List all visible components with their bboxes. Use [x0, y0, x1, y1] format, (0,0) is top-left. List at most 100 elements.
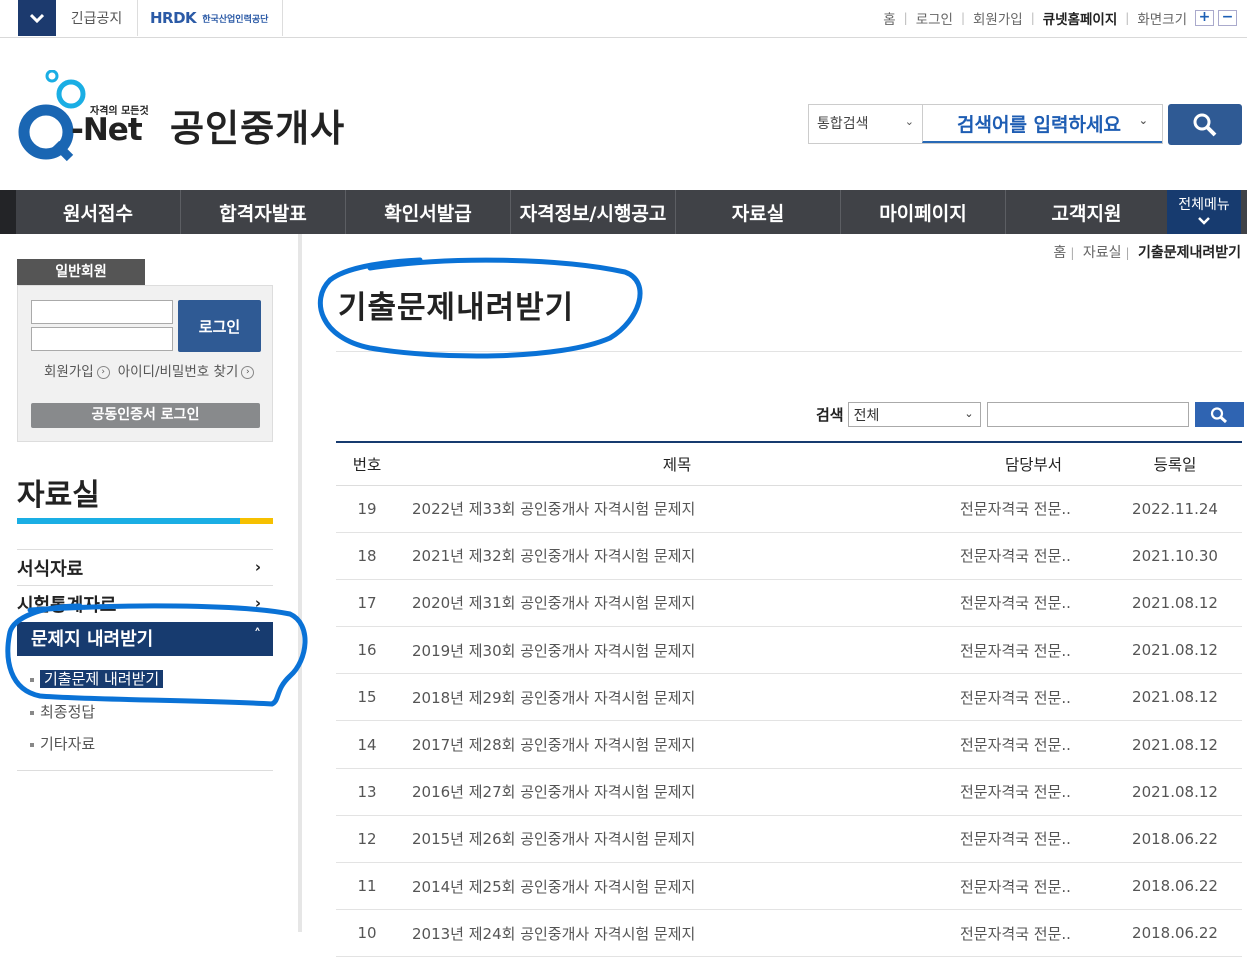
sidebar-divider [17, 770, 273, 771]
table-row[interactable]: 14 2017년 제28회 공인중개사 자격시험 문제지 전문자격국 전문.. 202… [336, 720, 1242, 769]
search-icon [1211, 406, 1228, 423]
table-row[interactable]: 18 2021년 제32회 공인중개사 자격시험 문제지 전문자격국 전문.. 202… [336, 532, 1242, 580]
search-scope-value: 통합검색 [817, 116, 869, 132]
table-row[interactable]: 12 2015년 제26회 공인중개사 자격시험 문제지 전문자격국 전문.. 201… [336, 815, 1242, 864]
cell-dept: 전문자격국 전문.. [956, 862, 1108, 911]
table-row[interactable]: 10 2013년 제24회 공인중개사 자격시험 문제지 전문자격국 전문.. 201… [336, 909, 1242, 957]
table-row[interactable]: 15 2018년 제29회 공인중개사 자격시험 문제지 전문자격국 전문.. 202… [336, 673, 1242, 722]
cell-no: 17 [336, 579, 398, 628]
sidebar-sub-label: 최종정답 [40, 703, 96, 721]
sidebar-sub-past-exams[interactable]: 기출문제 내려받기 [30, 668, 164, 689]
cell-title[interactable]: 2020년 제31회 공인중개사 자격시험 문제지 [398, 579, 956, 628]
nav-mypage[interactable]: 마이페이지 [841, 190, 1006, 234]
search-icon [1193, 113, 1217, 136]
sidebar-sub-other[interactable]: 기타자료 [30, 733, 95, 754]
join-link[interactable]: 회원가입 [973, 8, 1023, 28]
qnet-logo[interactable]: 자격의 모든것 -Net [16, 69, 156, 162]
cell-dept: 전문자격국 전문.. [956, 626, 1108, 675]
table-row[interactable]: 19 2022년 제33회 공인중개사 자격시험 문제지 전문자격국 전문.. 202… [336, 485, 1242, 533]
breadcrumb-section[interactable]: 자료실 [1083, 245, 1122, 261]
nav-certificate[interactable]: 확인서발급 [346, 190, 511, 234]
sidebar-item-label: 문제지 내려받기 [31, 629, 154, 650]
board-search-button[interactable] [1194, 402, 1244, 427]
board-search-input[interactable] [986, 402, 1189, 427]
menu-toggle-button[interactable] [18, 0, 56, 36]
cell-date: 2021.08.12 [1108, 626, 1242, 675]
cell-title[interactable]: 2019년 제30회 공인중개사 자격시험 문제지 [398, 626, 956, 675]
cell-no: 12 [336, 815, 398, 864]
sidebar-sub-label: 기출문제 내려받기 [40, 670, 164, 688]
cell-dept: 전문자격국 전문.. [956, 768, 1108, 816]
nav-support[interactable]: 고객지원 [1006, 190, 1167, 234]
bullet-icon [30, 742, 34, 747]
nav-resources[interactable]: 자료실 [676, 190, 841, 234]
sidebar-title-bar [17, 518, 273, 524]
nav-exam-info[interactable]: 자격정보/시행공고 [511, 190, 676, 234]
table-header-row: 번호 제목 담당부서 등록일 [336, 441, 1242, 486]
join-link[interactable]: 회원가입 › [44, 360, 110, 380]
cell-date: 2021.08.12 [1108, 768, 1242, 816]
zoom-out-button[interactable]: − [1218, 10, 1237, 26]
breadcrumb-home[interactable]: 홈 [1053, 245, 1066, 261]
sidebar-sub-final-answers[interactable]: 최종정답 [30, 701, 95, 722]
cell-no: 10 [336, 909, 398, 957]
password-input[interactable] [31, 327, 173, 351]
search-scope-select[interactable]: 통합검색 ⌄ [809, 105, 922, 143]
table-row[interactable]: 16 2019년 제30회 공인중개사 자격시험 문제지 전문자격국 전문.. 202… [336, 626, 1242, 675]
sidebar-item-forms[interactable]: 서식자료 › [17, 549, 273, 585]
bullet-icon [30, 677, 34, 682]
cell-date: 2021.10.30 [1108, 532, 1242, 580]
nav-apply[interactable]: 원서접수 [16, 190, 181, 234]
login-link[interactable]: 로그인 [916, 8, 953, 28]
cell-title[interactable]: 2016년 제27회 공인중개사 자격시험 문제지 [398, 768, 956, 816]
certificate-login-button[interactable]: 공동인증서 로그인 [31, 403, 260, 428]
all-menu-button[interactable]: 전체메뉴 [1167, 190, 1241, 234]
sidebar-item-label: 서식자료 [17, 559, 84, 580]
table-row[interactable]: 17 2020년 제31회 공인중개사 자격시험 문제지 전문자격국 전문.. 202… [336, 579, 1242, 628]
user-id-input[interactable] [31, 300, 173, 324]
cell-title[interactable]: 2021년 제32회 공인중개사 자격시험 문제지 [398, 532, 956, 580]
column-header-title: 제목 [398, 441, 956, 486]
column-header-dept: 담당부서 [956, 441, 1108, 486]
global-search: 통합검색 ⌄ 검색어를 입력하세요 ⌄ [808, 104, 1163, 144]
emergency-notice-link[interactable]: 긴급공지 [56, 0, 138, 36]
login-button[interactable]: 로그인 [178, 300, 261, 352]
home-link[interactable]: 홈 [883, 8, 895, 28]
chevron-right-icon: › [254, 594, 261, 612]
search-input[interactable]: 검색어를 입력하세요 ⌄ [922, 105, 1162, 143]
cell-title[interactable]: 2018년 제29회 공인중개사 자격시험 문제지 [398, 673, 956, 722]
zoom-in-button[interactable]: + [1195, 10, 1214, 26]
board-search-select[interactable]: 전체 ⌄ [847, 402, 981, 427]
member-tab[interactable]: 일반회원 [17, 259, 145, 285]
cell-date: 2021.08.12 [1108, 673, 1242, 722]
site-title[interactable]: 공인중개사 [170, 98, 345, 152]
qnet-home-link[interactable]: 큐넷홈페이지 [1043, 8, 1118, 28]
table-row[interactable]: 13 2016년 제27회 공인중개사 자격시험 문제지 전문자격국 전문.. 202… [336, 768, 1242, 816]
main-navigation: 원서접수 합격자발표 확인서발급 자격정보/시행공고 자료실 마이페이지 고객지… [0, 190, 1247, 234]
cell-title[interactable]: 2015년 제26회 공인중개사 자격시험 문제지 [398, 815, 956, 864]
cell-title[interactable]: 2014년 제25회 공인중개사 자격시험 문제지 [398, 862, 956, 911]
cell-date: 2021.08.12 [1108, 720, 1242, 769]
chevron-up-icon: ˄ [254, 627, 261, 643]
utility-links: 홈 | 로그인 | 회원가입 | 큐넷홈페이지 | 화면크기 + − [883, 0, 1237, 36]
find-account-link[interactable]: 아이디/비밀번호 찾기 › [118, 360, 255, 380]
cell-dept: 전문자격국 전문.. [956, 485, 1108, 533]
logo-text: -Net [71, 112, 143, 148]
cell-dept: 전문자격국 전문.. [956, 909, 1108, 957]
find-account-label: 아이디/비밀번호 찾기 [117, 364, 239, 380]
breadcrumb: 홈 | 자료실 | 기출문제내려받기 [1053, 242, 1241, 262]
hrdk-logo[interactable]: HRDK 한국산업인력공단 [150, 8, 268, 28]
page-title: 기출문제내려받기 [338, 290, 575, 326]
cell-title[interactable]: 2013년 제24회 공인중개사 자격시험 문제지 [398, 909, 956, 957]
hrdk-logo-text: HRDK [150, 9, 197, 27]
cell-dept: 전문자격국 전문.. [956, 673, 1108, 722]
nav-results[interactable]: 합격자발표 [181, 190, 346, 234]
sidebar-item-question-papers[interactable]: 문제지 내려받기 ˄ [17, 622, 273, 656]
search-button[interactable] [1168, 104, 1242, 145]
cell-title[interactable]: 2017년 제28회 공인중개사 자격시험 문제지 [398, 720, 956, 769]
cell-date: 2018.06.22 [1108, 815, 1242, 864]
cell-title[interactable]: 2022년 제33회 공인중개사 자격시험 문제지 [398, 485, 956, 533]
table-row[interactable]: 11 2014년 제25회 공인중개사 자격시험 문제지 전문자격국 전문.. 201… [336, 862, 1242, 911]
login-panel: 로그인 회원가입 › 아이디/비밀번호 찾기 › 공동인증서 로그인 [17, 285, 273, 442]
sidebar-item-statistics[interactable]: 시험통계자료 › [17, 585, 273, 621]
